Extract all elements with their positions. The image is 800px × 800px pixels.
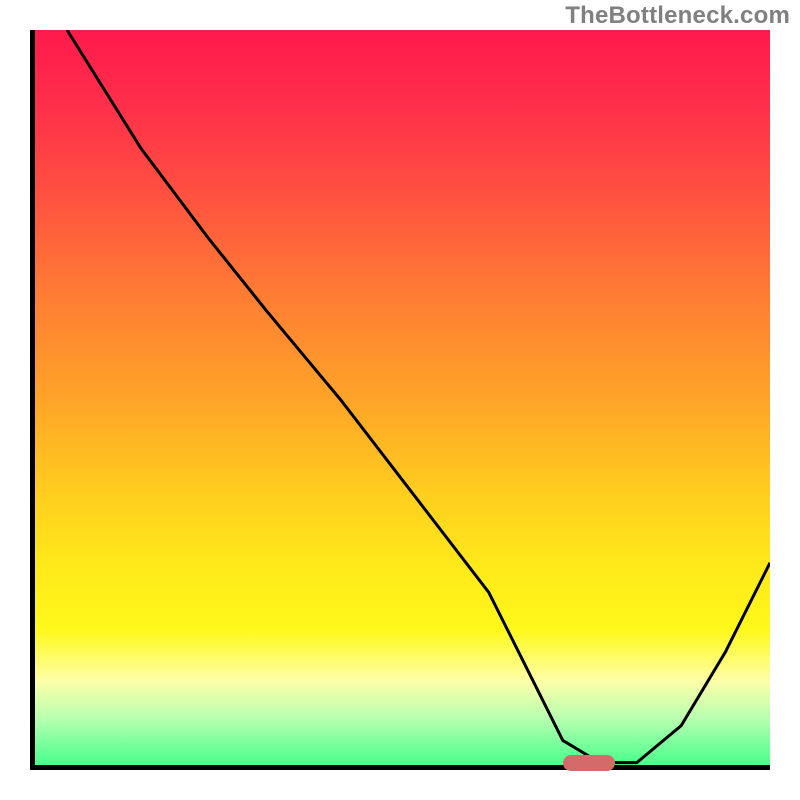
watermark-text: TheBottleneck.com [565, 2, 790, 30]
chart-container: TheBottleneck.com [0, 0, 800, 800]
plot-gradient-background [30, 30, 770, 770]
optimum-marker [563, 755, 615, 771]
